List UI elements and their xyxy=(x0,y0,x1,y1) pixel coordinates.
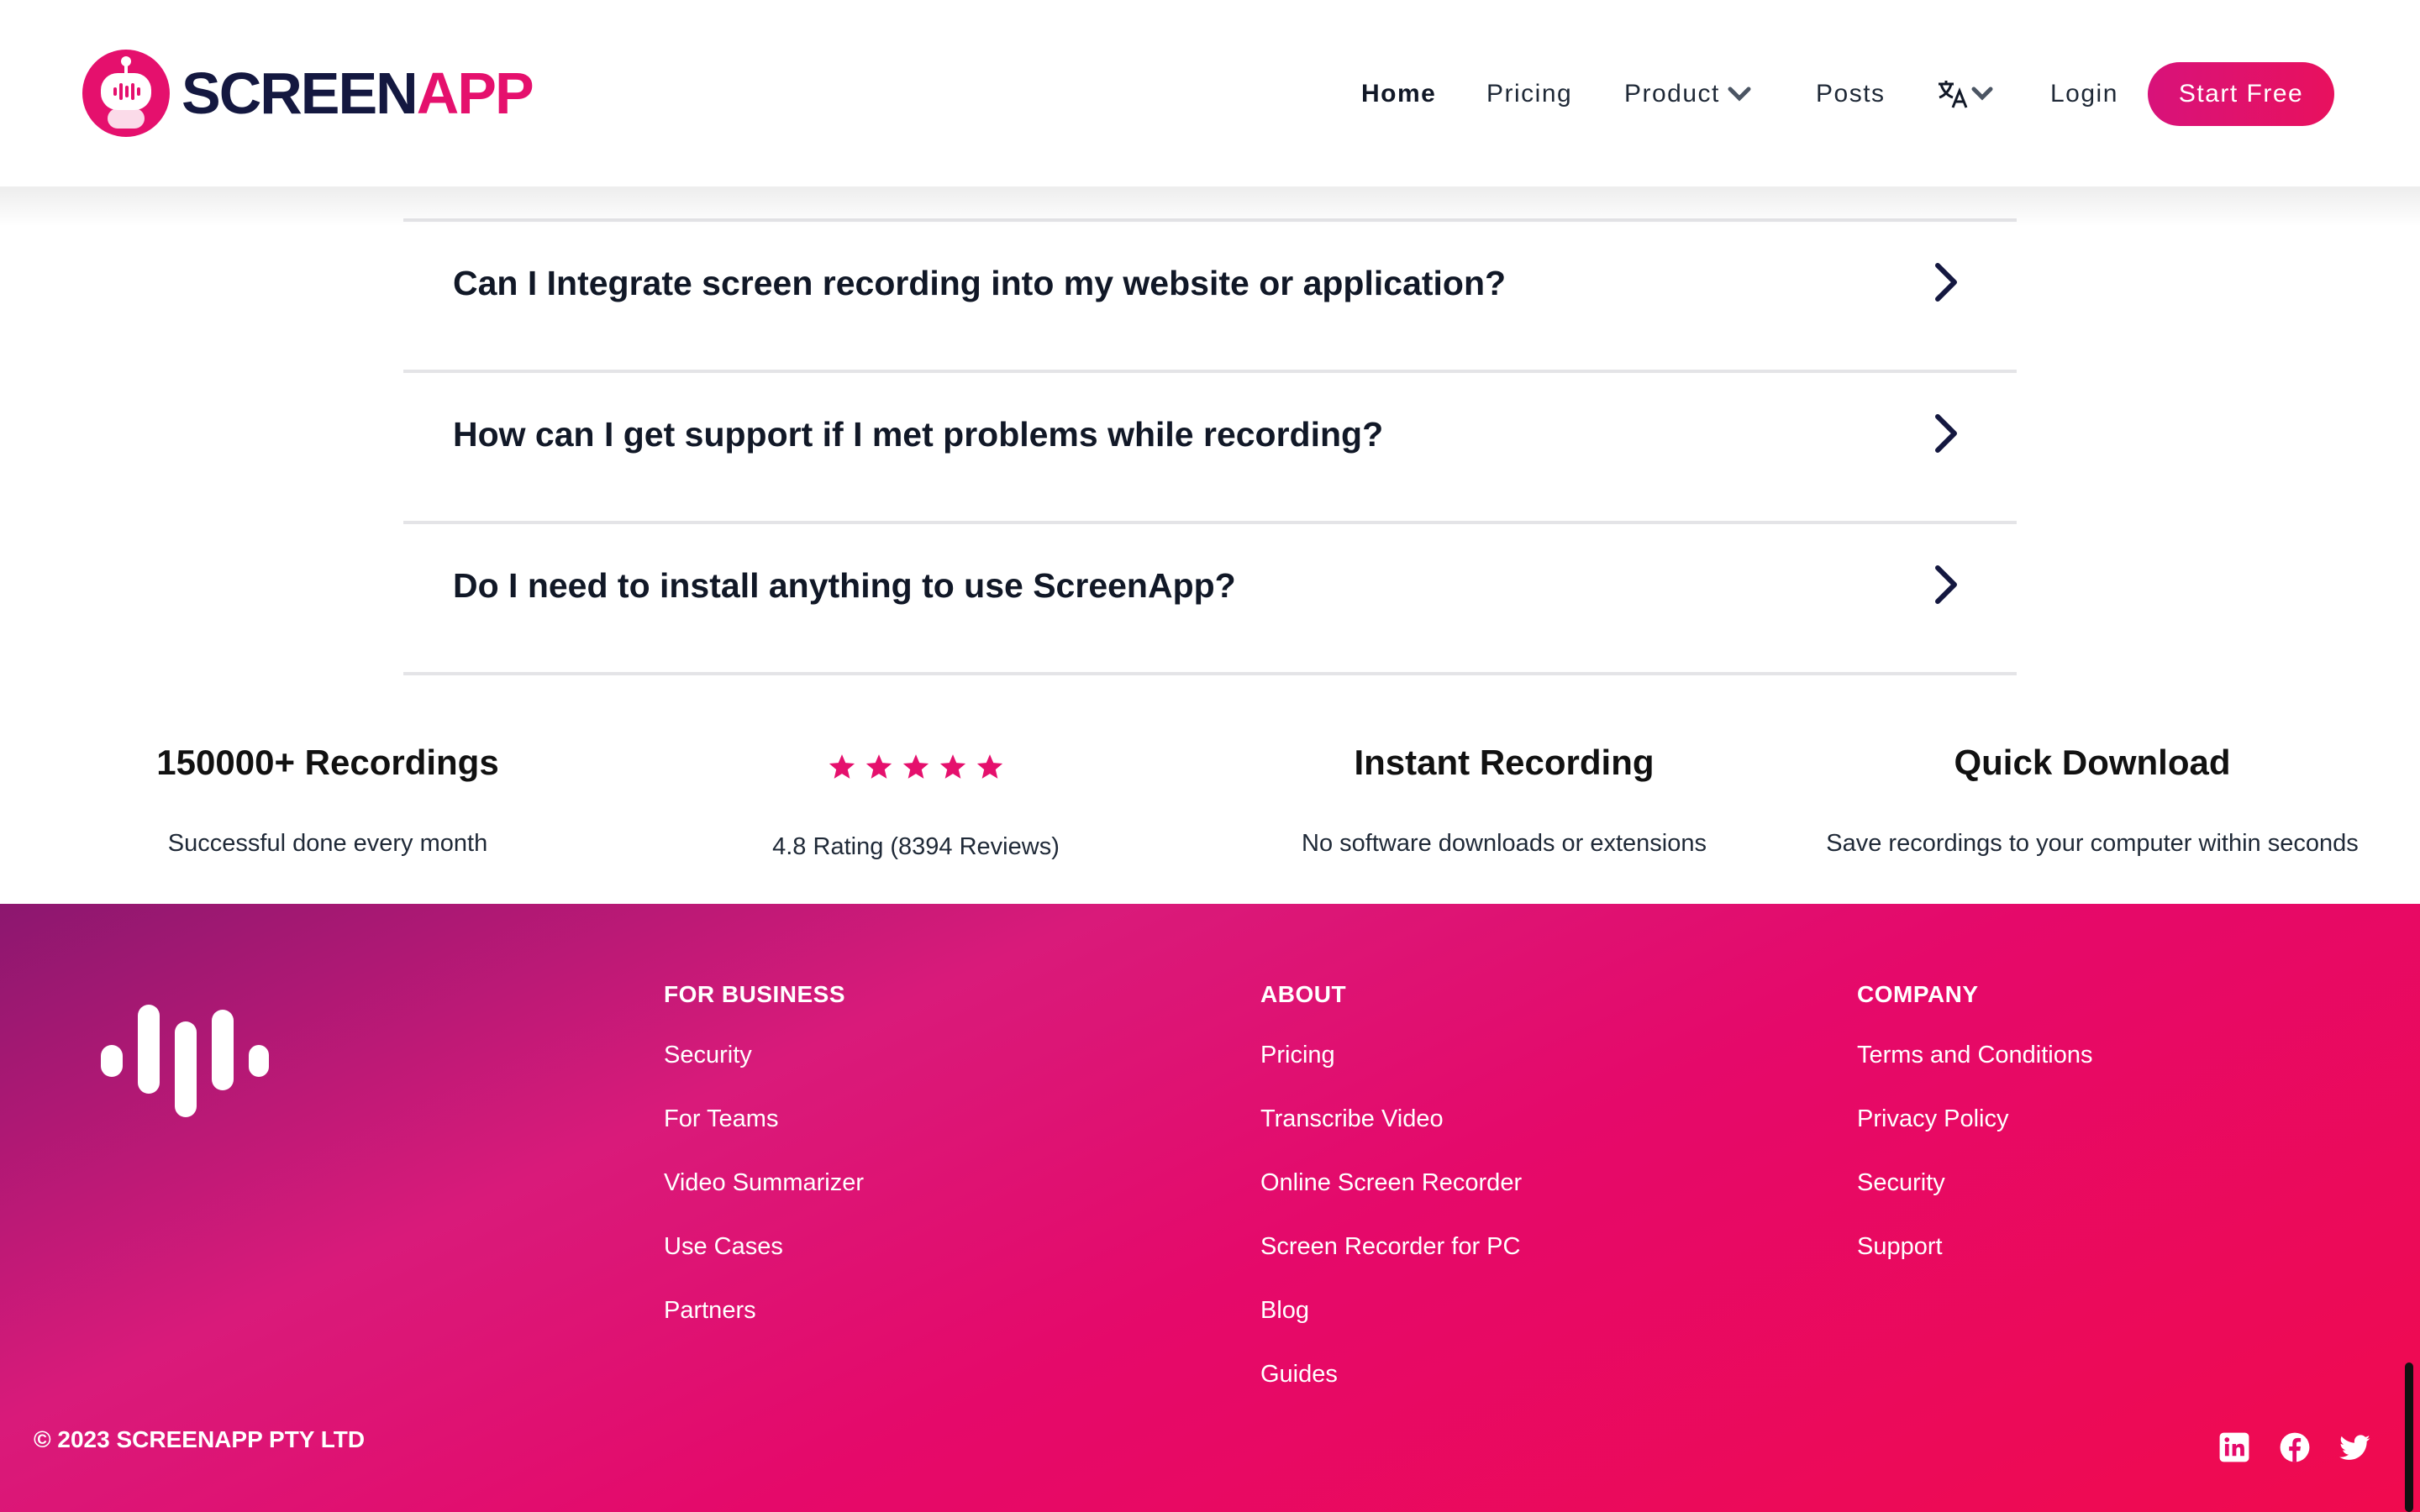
nav-pricing[interactable]: Pricing xyxy=(1486,62,1572,126)
scrollbar-thumb[interactable] xyxy=(2405,1362,2413,1512)
rating-stars xyxy=(613,753,1218,781)
faq-question: Do I need to install anything to use Scr… xyxy=(453,566,1236,605)
footer-link-partners[interactable]: Partners xyxy=(664,1297,756,1325)
chevron-down-icon xyxy=(1971,87,1993,101)
star-icon xyxy=(865,754,892,779)
footer-link-support[interactable]: Support xyxy=(1857,1233,1943,1261)
footer-column-heading: FOR BUSINESS xyxy=(664,981,846,1007)
language-selector[interactable] xyxy=(1936,62,1993,126)
logo-word-screen: SCREEN xyxy=(182,60,418,126)
chevron-right-icon xyxy=(1935,263,1957,302)
start-free-button[interactable]: Start Free xyxy=(2148,62,2334,126)
footer-link-terms[interactable]: Terms and Conditions xyxy=(1857,1042,2092,1069)
faq-question: How can I get support if I met problems … xyxy=(453,415,1384,454)
stat-title: Quick Download xyxy=(1954,743,2231,782)
footer-link-security[interactable]: Security xyxy=(664,1042,752,1069)
stat-title: Instant Recording xyxy=(1354,743,1655,782)
footer-link-blog[interactable]: Blog xyxy=(1260,1297,1309,1325)
header-shadow xyxy=(0,186,2420,227)
star-icon xyxy=(976,754,1003,779)
stat-subtitle: No software downloads or extensions xyxy=(1302,830,1707,857)
logo-word-app: APP xyxy=(416,60,534,126)
footer-column-heading: ABOUT xyxy=(1260,981,1347,1007)
stat-subtitle: Save recordings to your computer within … xyxy=(1826,830,2359,857)
footer-link-online-screen-recorder[interactable]: Online Screen Recorder xyxy=(1260,1169,1522,1197)
star-icon xyxy=(939,754,966,779)
stat-subtitle: 4.8 Rating (8394 Reviews) xyxy=(772,833,1060,860)
facebook-icon[interactable] xyxy=(2279,1431,2311,1463)
footer-link-privacy-policy[interactable]: Privacy Policy xyxy=(1857,1105,2009,1133)
footer-link-guides[interactable]: Guides xyxy=(1260,1361,1338,1389)
footer-link-pricing[interactable]: Pricing xyxy=(1260,1042,1335,1069)
site-header: SCREENAPP Home Pricing Product Posts Log… xyxy=(0,0,2420,186)
chevron-right-icon xyxy=(1935,414,1957,453)
faq-question: Can I Integrate screen recording into my… xyxy=(453,264,1507,302)
translate-icon xyxy=(1939,81,1968,108)
logo-robot-icon xyxy=(82,50,170,137)
footer-link-security[interactable]: Security xyxy=(1857,1169,1945,1197)
faq-divider xyxy=(403,370,2017,373)
chevron-down-icon xyxy=(1728,87,1751,102)
faq-divider xyxy=(403,672,2017,675)
audio-wave-logo-icon[interactable] xyxy=(101,1005,269,1117)
chevron-right-icon xyxy=(1935,565,1957,604)
faq-divider xyxy=(403,521,2017,524)
nav-home[interactable]: Home xyxy=(1361,62,1436,126)
screenapp-logo[interactable]: SCREENAPP xyxy=(82,49,534,138)
star-icon xyxy=(902,754,929,779)
twitter-icon[interactable] xyxy=(2339,1431,2371,1463)
nav-login[interactable]: Login xyxy=(2050,62,2118,126)
footer-link-for-teams[interactable]: For Teams xyxy=(664,1105,778,1133)
footer-column-heading: COMPANY xyxy=(1857,981,1979,1007)
nav-posts[interactable]: Posts xyxy=(1816,62,1886,126)
copyright-text: © 2023 SCREENAPP PTY LTD xyxy=(34,1426,366,1452)
linkedin-icon[interactable] xyxy=(2218,1431,2250,1463)
footer-link-video-summarizer[interactable]: Video Summarizer xyxy=(664,1169,864,1197)
stat-title: 150000+ Recordings xyxy=(156,743,499,782)
footer-link-transcribe-video[interactable]: Transcribe Video xyxy=(1260,1105,1444,1133)
logo-wordmark: SCREENAPP xyxy=(182,64,534,123)
footer-link-screen-recorder-pc[interactable]: Screen Recorder for PC xyxy=(1260,1233,1520,1261)
nav-product[interactable]: Product xyxy=(1624,62,1752,126)
footer-link-use-cases[interactable]: Use Cases xyxy=(664,1233,783,1261)
site-footer: FOR BUSINESS Security For Teams Video Su… xyxy=(0,904,2420,1512)
stat-subtitle: Successful done every month xyxy=(167,830,488,857)
nav-product-label: Product xyxy=(1624,80,1720,108)
star-icon xyxy=(829,754,855,779)
